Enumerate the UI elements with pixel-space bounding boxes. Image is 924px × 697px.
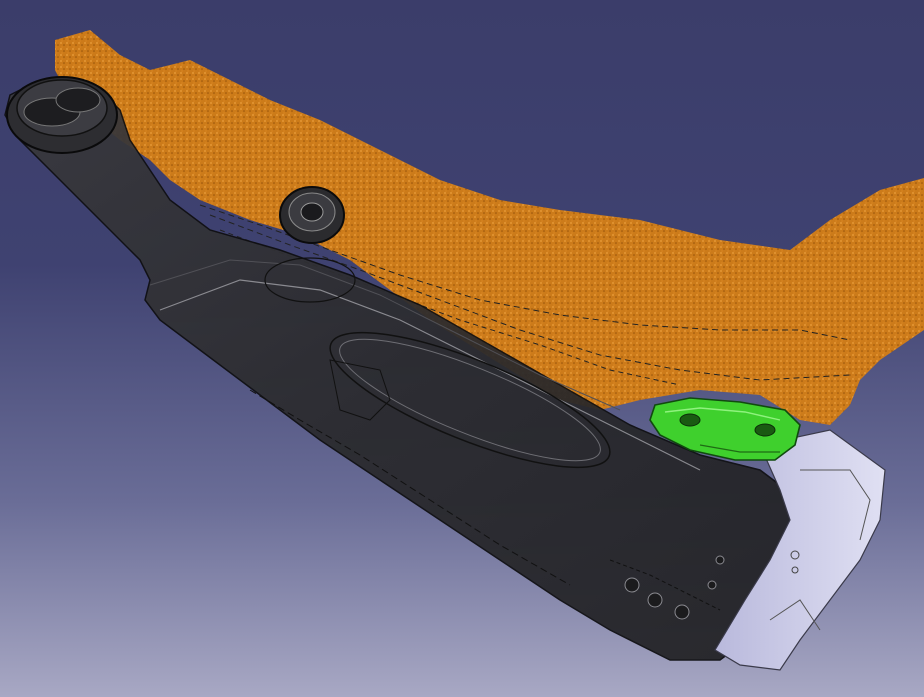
model-scene[interactable] xyxy=(0,0,924,697)
3d-viewport[interactable] xyxy=(0,0,924,697)
round-cylinder-icon xyxy=(6,76,118,154)
